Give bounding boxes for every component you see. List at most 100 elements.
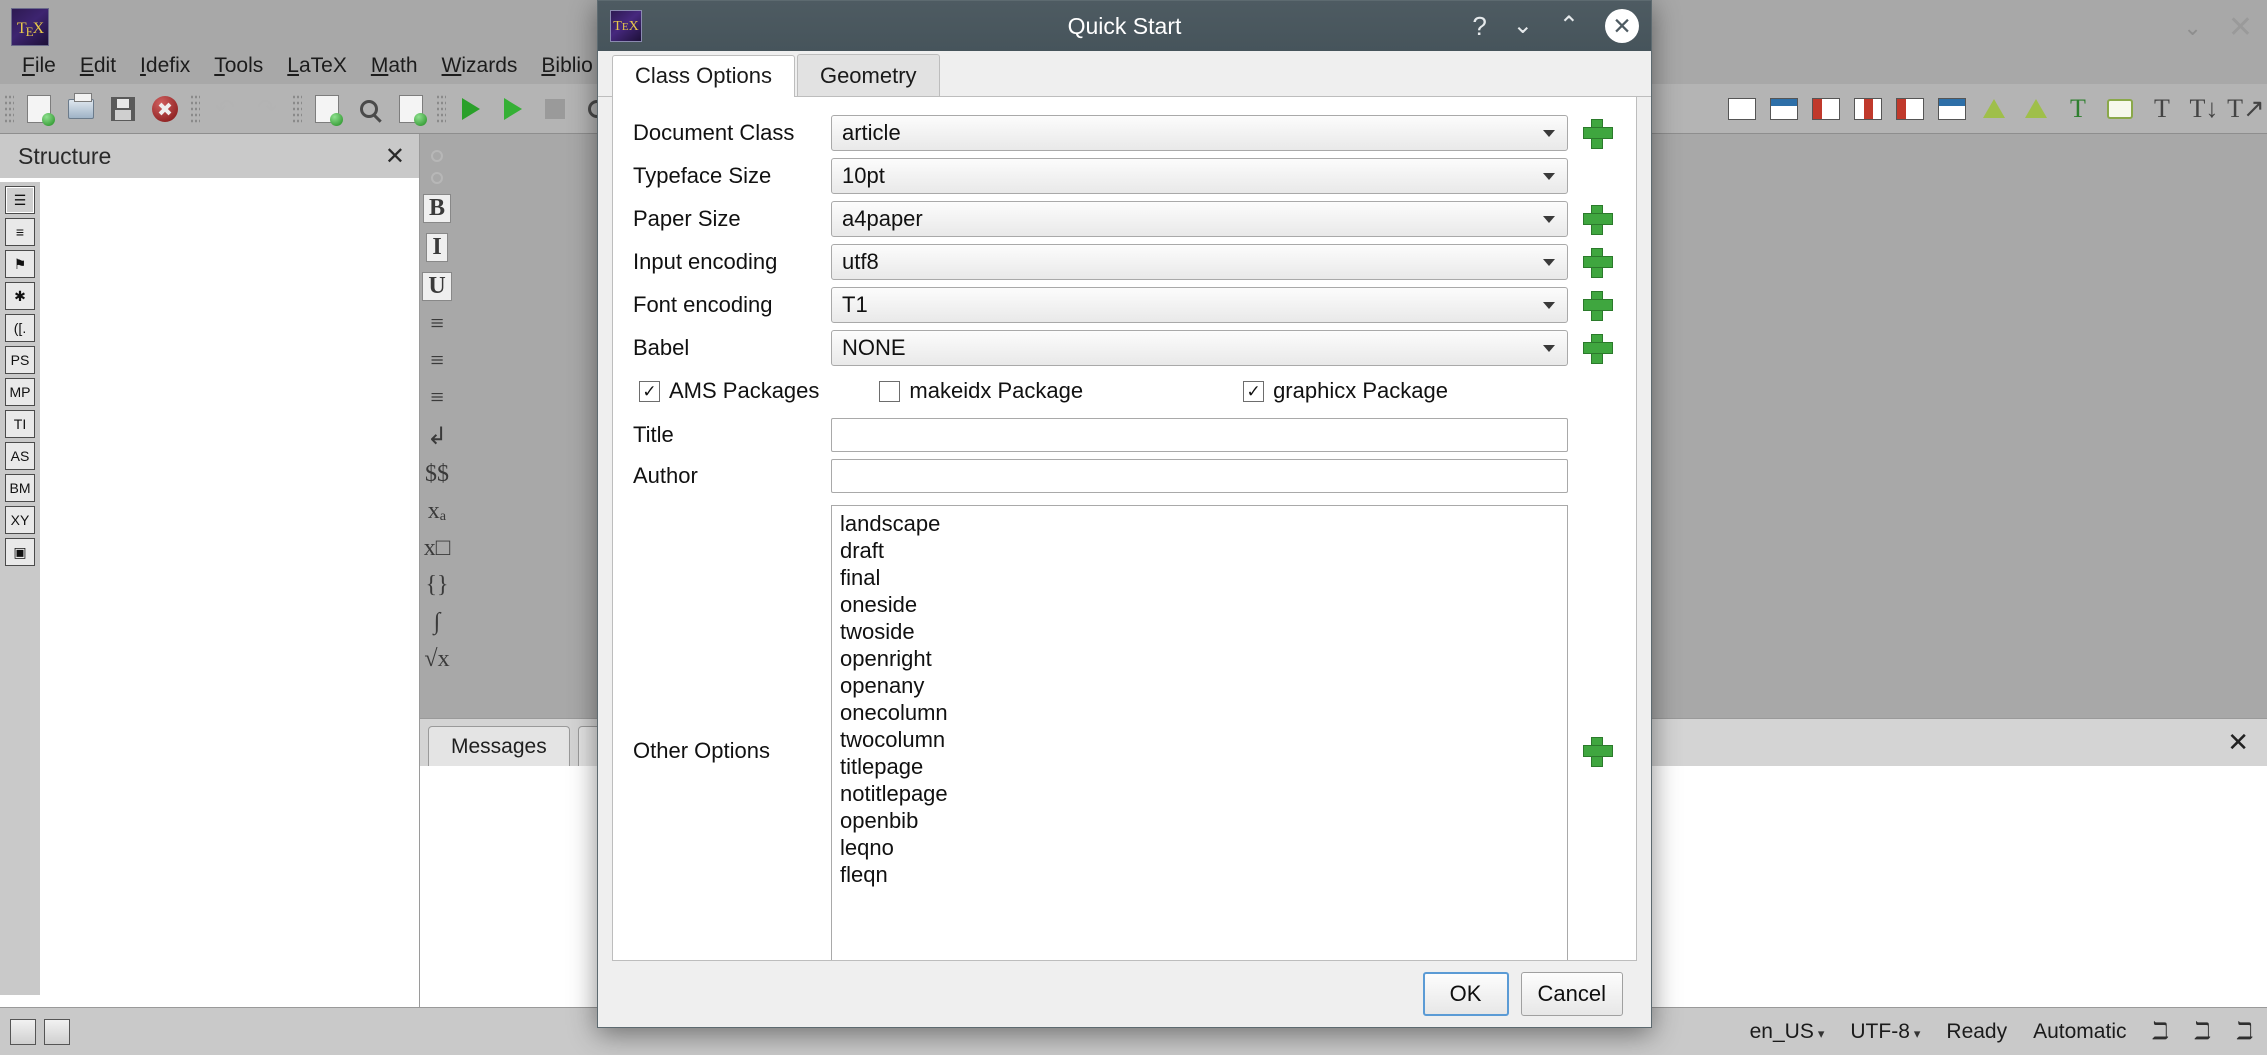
menu-item-wizards[interactable]: Wizards xyxy=(430,54,530,78)
list-item[interactable]: fleqn xyxy=(836,861,1567,888)
add-document-class-button[interactable] xyxy=(1580,116,1614,150)
list-item[interactable]: twoside xyxy=(836,618,1567,645)
stop-button[interactable] xyxy=(535,89,575,129)
menu-item-edit[interactable]: Edit xyxy=(68,54,128,78)
toolbar-grip[interactable] xyxy=(4,94,14,124)
font-encoding-combo[interactable]: T1 xyxy=(831,287,1568,323)
babel-combo[interactable]: NONE xyxy=(831,330,1568,366)
side-icon-mp[interactable]: MP xyxy=(5,378,35,406)
delta-button-1[interactable] xyxy=(1974,89,2014,129)
dialog-titlebar-buttons[interactable]: ? ⌄ ⌃ ✕ xyxy=(1472,9,1639,43)
side-icon-bookmark[interactable]: ⚑ xyxy=(5,250,35,278)
list-item[interactable]: twocolumn xyxy=(836,726,1567,753)
table-button-4[interactable] xyxy=(1848,89,1888,129)
chevron-up-icon[interactable]: ⌃ xyxy=(1559,14,1579,38)
input-encoding-combo[interactable]: utf8 xyxy=(831,244,1568,280)
side-icon-ti[interactable]: TI xyxy=(5,410,35,438)
paper-size-combo[interactable]: a4paper xyxy=(831,201,1568,237)
align-center-button[interactable]: ≡ xyxy=(430,348,444,375)
ams-packages-checkbox-box[interactable]: ✓ xyxy=(639,381,660,402)
dialog-titlebar[interactable]: TEX Quick Start ? ⌄ ⌃ ✕ xyxy=(598,1,1651,51)
copy-button[interactable] xyxy=(307,89,347,129)
table-button-6[interactable] xyxy=(1932,89,1972,129)
author-input[interactable] xyxy=(831,459,1568,493)
cut-button[interactable] xyxy=(349,89,389,129)
side-icon-bm[interactable]: BM xyxy=(5,474,35,502)
app-window-controls[interactable]: ⌄ ✕ xyxy=(2183,10,2253,45)
comment-button[interactable] xyxy=(2100,89,2140,129)
menu-item-math[interactable]: Math xyxy=(359,54,430,78)
makeidx-package-checkbox-box[interactable] xyxy=(879,381,900,402)
typeface-size-combo[interactable]: 10pt xyxy=(831,158,1568,194)
newline-button[interactable]: ↲ xyxy=(427,422,447,451)
list-item[interactable]: final xyxy=(836,564,1567,591)
integral-button[interactable]: ∫ xyxy=(434,609,441,636)
cancel-button[interactable]: Cancel xyxy=(1521,972,1623,1016)
bold-button[interactable]: B xyxy=(423,194,451,223)
add-font-encoding-button[interactable] xyxy=(1580,288,1614,322)
title-input[interactable] xyxy=(831,418,1568,452)
add-input-encoding-button[interactable] xyxy=(1580,245,1614,279)
math-display-button[interactable]: $$ xyxy=(425,461,449,488)
sqrt-button[interactable]: √x xyxy=(424,646,449,673)
underline-button[interactable]: U xyxy=(422,272,451,301)
list-item[interactable]: onecolumn xyxy=(836,699,1567,726)
status-icon-1[interactable] xyxy=(10,1019,36,1045)
vt-dot-2[interactable] xyxy=(431,172,443,184)
build-button[interactable] xyxy=(451,89,491,129)
ok-button[interactable]: OK xyxy=(1423,972,1509,1016)
menu-item-tools[interactable]: Tools xyxy=(202,54,275,78)
table-button-3[interactable] xyxy=(1806,89,1846,129)
side-icon-xy[interactable]: XY xyxy=(5,506,35,534)
superscript-button[interactable]: x□ xyxy=(424,535,451,562)
list-item[interactable]: leqno xyxy=(836,834,1567,861)
document-class-combo[interactable]: article xyxy=(831,115,1568,151)
side-icon-strip[interactable]: ☰ ≡ ⚑ ✱ ([. PS MP TI AS BM XY ▣ xyxy=(0,182,40,995)
table-button-2[interactable] xyxy=(1764,89,1804,129)
list-item[interactable]: oneside xyxy=(836,591,1567,618)
undo-button[interactable]: ↶ xyxy=(205,89,245,129)
tab-class-options[interactable]: Class Options xyxy=(612,55,795,97)
list-item[interactable]: openright xyxy=(836,645,1567,672)
status-encoding[interactable]: UTF-8▾ xyxy=(1850,1020,1920,1044)
paste-button[interactable] xyxy=(391,89,431,129)
print-button[interactable] xyxy=(61,89,101,129)
other-options-list[interactable]: landscape draft final oneside twoside op… xyxy=(831,505,1568,961)
run-button[interactable] xyxy=(493,89,533,129)
tab-messages[interactable]: Messages xyxy=(428,726,570,766)
menu-item-latex[interactable]: LaTeX xyxy=(275,54,359,78)
app-close-icon[interactable]: ✕ xyxy=(2228,10,2253,45)
app-minimize-icon[interactable]: ⌄ xyxy=(2183,15,2201,41)
side-icon-brackets[interactable]: ([. xyxy=(5,314,35,342)
menu-item-idefix[interactable]: Idefix xyxy=(128,54,202,78)
toolbar-grip-3[interactable] xyxy=(292,94,302,124)
menu-item-biblio[interactable]: Biblio xyxy=(529,54,604,78)
text-button-2[interactable]: T xyxy=(2142,89,2182,129)
close-document-button[interactable] xyxy=(145,89,185,129)
align-left-button[interactable]: ≡ xyxy=(430,311,444,338)
tab-geometry[interactable]: Geometry xyxy=(797,54,940,96)
chevron-down-icon[interactable]: ⌄ xyxy=(1513,14,1533,38)
ams-packages-checkbox[interactable]: ✓ AMS Packages xyxy=(639,378,819,404)
graphicx-package-checkbox-box[interactable]: ✓ xyxy=(1243,381,1264,402)
table-button-1[interactable] xyxy=(1722,89,1762,129)
delta-button-2[interactable] xyxy=(2016,89,2056,129)
structure-tree[interactable] xyxy=(0,178,419,1007)
list-item[interactable]: titlepage xyxy=(836,753,1567,780)
list-item[interactable]: landscape xyxy=(836,510,1567,537)
menu-item-file[interactable]: File xyxy=(10,54,68,78)
text-button-3[interactable]: T↓ xyxy=(2184,89,2224,129)
braces-button[interactable]: {} xyxy=(425,572,448,599)
vt-dot-1[interactable] xyxy=(431,150,443,162)
add-paper-size-button[interactable] xyxy=(1580,202,1614,236)
side-icon-list[interactable]: ☰ xyxy=(5,186,35,214)
status-language[interactable]: en_US▾ xyxy=(1750,1020,1825,1044)
table-button-5[interactable] xyxy=(1890,89,1930,129)
dialog-tabs[interactable]: Class Options Geometry xyxy=(598,51,1651,97)
toolbar-grip-4[interactable] xyxy=(436,94,446,124)
graphicx-package-checkbox[interactable]: ✓ graphicx Package xyxy=(1243,378,1448,404)
save-button[interactable] xyxy=(103,89,143,129)
help-icon[interactable]: ? xyxy=(1472,13,1486,39)
subscript-button[interactable]: xₐ xyxy=(428,498,447,525)
list-item[interactable]: draft xyxy=(836,537,1567,564)
